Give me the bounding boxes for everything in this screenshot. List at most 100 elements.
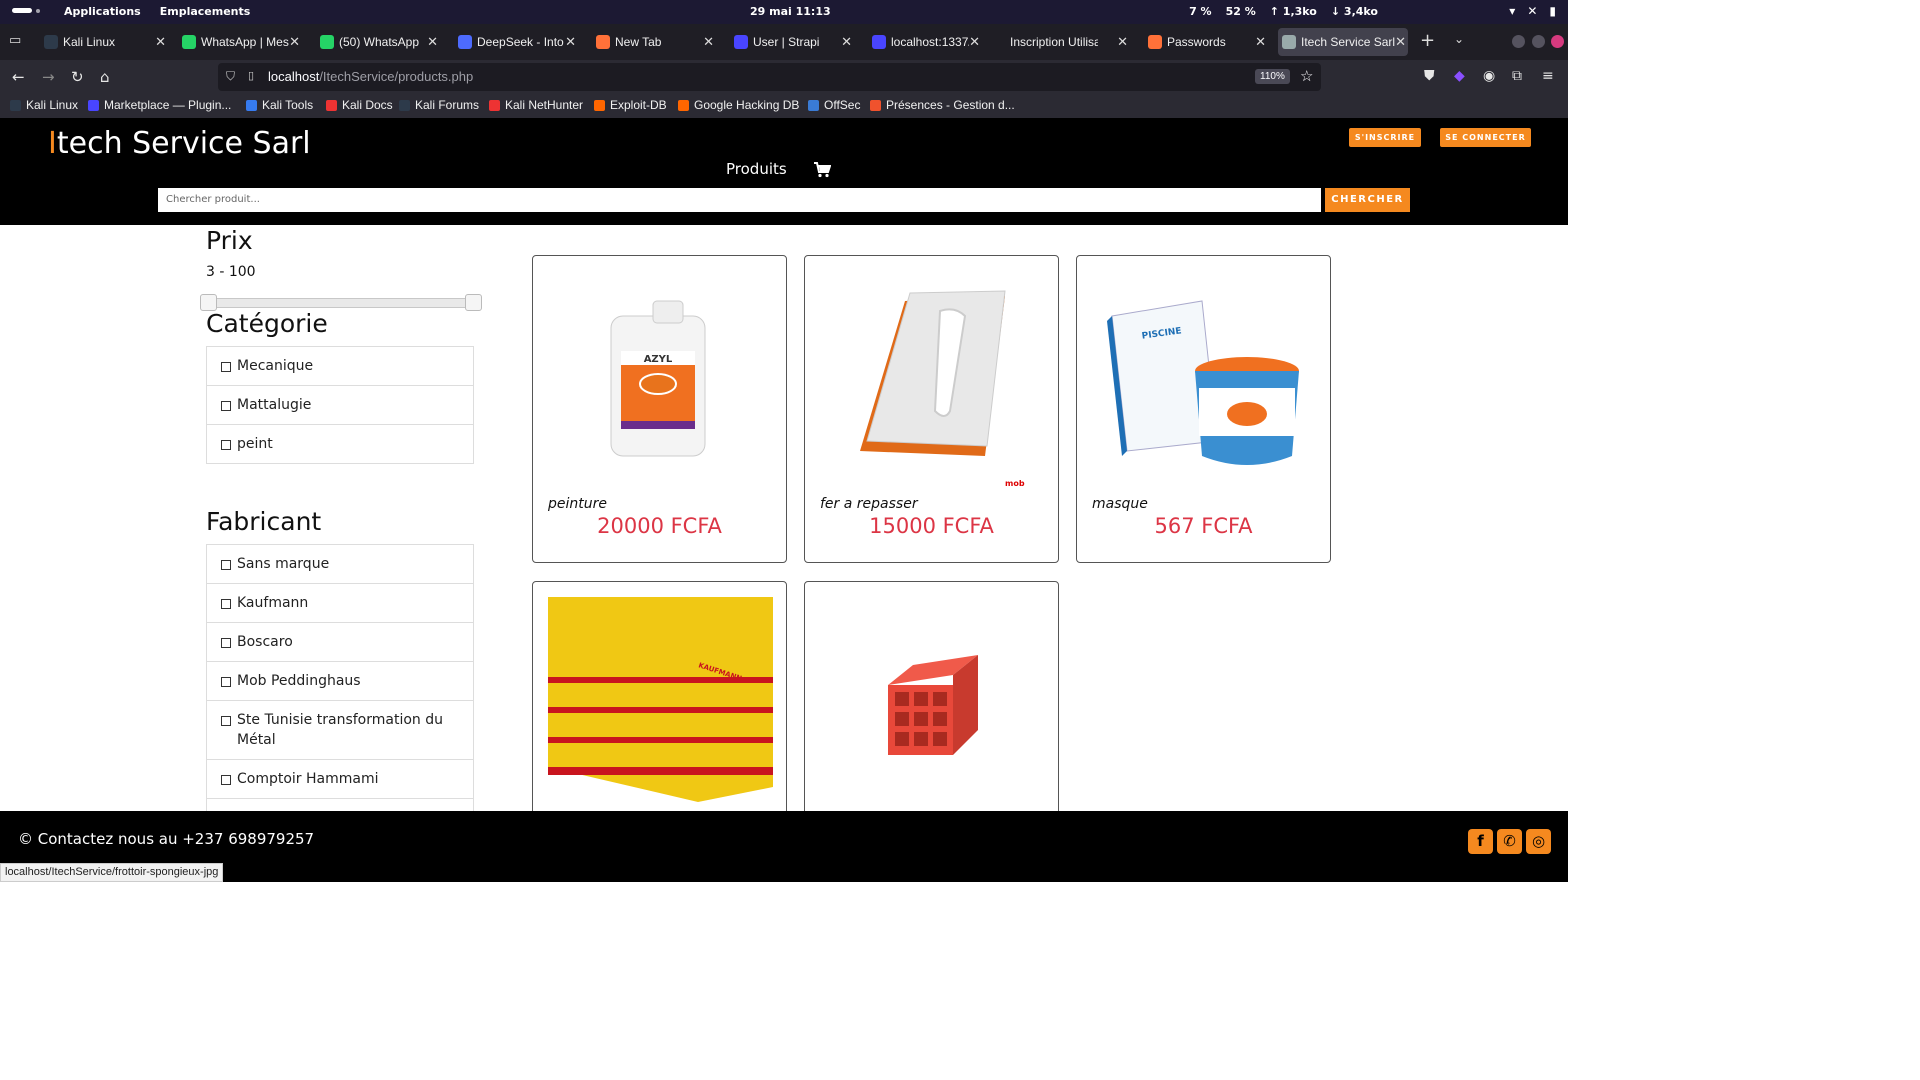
bookmark-item[interactable]: OffSec bbox=[808, 98, 860, 112]
facebook-icon[interactable]: f bbox=[1468, 829, 1493, 854]
browser-tab[interactable]: User | Strapi ✕ bbox=[730, 28, 854, 56]
close-tab-icon[interactable]: ✕ bbox=[155, 34, 166, 50]
cart-icon[interactable] bbox=[814, 162, 832, 182]
maker-filter-item[interactable]: Kaufmann bbox=[207, 584, 473, 623]
close-tab-icon[interactable]: ✕ bbox=[703, 34, 714, 50]
product-card[interactable]: PISCINE masque 567 FCFA bbox=[1076, 255, 1331, 563]
close-tab-icon[interactable]: ✕ bbox=[427, 34, 438, 50]
bookmark-item[interactable]: Kali Docs bbox=[326, 98, 393, 112]
zoom-level[interactable]: 110% bbox=[1255, 69, 1290, 84]
close-tab-icon[interactable]: ✕ bbox=[289, 34, 300, 50]
maker-filter-item[interactable]: Mob Peddinghaus bbox=[207, 662, 473, 701]
category-filter-item[interactable]: Mecanique bbox=[207, 347, 473, 386]
minimize-window-icon[interactable] bbox=[1512, 35, 1525, 48]
tab-favicon-icon bbox=[320, 35, 334, 49]
tab-favicon-icon bbox=[596, 35, 610, 49]
bookmark-item[interactable]: Kali NetHunter bbox=[489, 98, 583, 112]
category-filter-item[interactable]: Mattalugie bbox=[207, 386, 473, 425]
product-card[interactable]: AZYL peinture 20000 FCFA bbox=[532, 255, 787, 563]
shield-icon[interactable]: ⛉ bbox=[226, 69, 235, 84]
close-window-icon[interactable] bbox=[1551, 35, 1564, 48]
clock[interactable]: 29 mai 11:13 bbox=[750, 5, 831, 18]
maximize-window-icon[interactable] bbox=[1532, 35, 1545, 48]
home-icon[interactable]: ⌂ bbox=[100, 68, 110, 86]
category-checkbox[interactable] bbox=[221, 440, 231, 450]
whatsapp-icon[interactable]: ✆ bbox=[1497, 829, 1522, 854]
maker-filter-item[interactable]: Comptoir Hammami bbox=[207, 760, 473, 799]
browser-tab[interactable]: DeepSeek - Into ✕ bbox=[454, 28, 578, 56]
hollow-brick-image bbox=[888, 655, 978, 755]
maker-filter-item[interactable]: Sans marque bbox=[207, 545, 473, 584]
close-tab-icon[interactable]: ✕ bbox=[1117, 34, 1128, 50]
workspace-indicator[interactable] bbox=[12, 8, 40, 13]
browser-tab[interactable]: Itech Service Sarl ✕ bbox=[1278, 28, 1408, 56]
category-checkbox[interactable] bbox=[221, 362, 231, 372]
instagram-icon[interactable]: ◎ bbox=[1526, 829, 1551, 854]
search-button[interactable]: CHERCHER bbox=[1325, 188, 1410, 212]
site-logo[interactable]: Itech Service Sarl bbox=[48, 126, 311, 161]
maker-checkbox[interactable] bbox=[221, 677, 231, 687]
bookmark-item[interactable]: Google Hacking DB bbox=[678, 98, 799, 112]
close-tab-icon[interactable]: ✕ bbox=[565, 34, 576, 50]
bookmark-star-icon[interactable]: ☆ bbox=[1300, 67, 1313, 85]
product-card[interactable]: mob fer a repasser 15000 FCFA bbox=[804, 255, 1059, 563]
browser-tab[interactable]: WhatsApp | Mess ✕ bbox=[178, 28, 302, 56]
product-card[interactable] bbox=[804, 581, 1059, 821]
page-info-icon[interactable]: ▯ bbox=[248, 69, 254, 82]
wifi-icon[interactable]: ▾ bbox=[1509, 4, 1515, 18]
close-tab-icon[interactable]: ✕ bbox=[969, 34, 980, 50]
site-header: Itech Service Sarl S'INSCRIRE SE CONNECT… bbox=[0, 118, 1568, 225]
bookmark-label: Kali NetHunter bbox=[505, 98, 584, 112]
back-icon[interactable]: ← bbox=[12, 68, 25, 86]
login-button[interactable]: SE CONNECTER bbox=[1440, 128, 1531, 147]
pocket-icon[interactable]: ⛊ bbox=[1424, 68, 1435, 84]
signup-button[interactable]: S'INSCRIRE bbox=[1349, 128, 1421, 147]
battery-icon[interactable]: ▮ bbox=[1549, 4, 1556, 18]
bookmark-item[interactable]: Présences - Gestion d... bbox=[870, 98, 1015, 112]
category-filter-item[interactable]: peint bbox=[207, 425, 473, 463]
reload-icon[interactable]: ↻ bbox=[71, 68, 84, 86]
maker-checkbox[interactable] bbox=[221, 716, 231, 726]
bookmark-item[interactable]: Kali Linux bbox=[10, 98, 78, 112]
maker-checkbox[interactable] bbox=[221, 775, 231, 785]
category-checkbox[interactable] bbox=[221, 401, 231, 411]
maker-checkbox[interactable] bbox=[221, 599, 231, 609]
maker-checkbox[interactable] bbox=[221, 560, 231, 570]
tab-list-chevron-icon[interactable]: ⌄ bbox=[1454, 32, 1464, 46]
mute-icon[interactable]: ✕ bbox=[1527, 4, 1537, 18]
tab-overview-icon[interactable]: ▭ bbox=[9, 33, 21, 48]
browser-tab[interactable]: Inscription Utilisate ✕ bbox=[1006, 28, 1130, 56]
browser-tab[interactable]: Kali Linux ✕ bbox=[40, 28, 168, 56]
account-icon[interactable]: ◉ bbox=[1483, 68, 1495, 84]
extensions-icon[interactable]: ⧉ bbox=[1512, 68, 1522, 84]
maker-filter-item[interactable]: Ste Tunisie transformation du Métal bbox=[207, 701, 473, 760]
maker-checkbox[interactable] bbox=[221, 638, 231, 648]
nav-products-link[interactable]: Produits bbox=[726, 160, 787, 178]
address-bar[interactable]: ⛉ ▯ localhost/ItechService/products.php … bbox=[218, 63, 1321, 91]
search-input[interactable]: Chercher produit... bbox=[158, 188, 1321, 212]
browser-tab[interactable]: localhost:1337/u✕ bbox=[868, 28, 982, 56]
new-tab-icon[interactable]: + bbox=[1420, 30, 1435, 51]
maker-filter-item[interactable]: Boscaro bbox=[207, 623, 473, 662]
tab-favicon-icon bbox=[458, 35, 472, 49]
places-menu[interactable]: Emplacements bbox=[160, 5, 251, 18]
bookmark-item[interactable]: Kali Tools bbox=[246, 98, 313, 112]
close-tab-icon[interactable]: ✕ bbox=[1395, 34, 1406, 50]
forward-icon[interactable]: → bbox=[42, 68, 55, 86]
applications-menu[interactable]: Applications bbox=[64, 5, 141, 18]
close-tab-icon[interactable]: ✕ bbox=[1255, 34, 1266, 50]
extension-icon[interactable]: ◆ bbox=[1454, 68, 1465, 84]
bookmark-favicon-icon bbox=[246, 99, 257, 111]
price-slider-max-handle[interactable] bbox=[465, 294, 482, 311]
price-slider-track[interactable] bbox=[202, 298, 480, 308]
bookmark-item[interactable]: Exploit-DB bbox=[594, 98, 667, 112]
browser-tab[interactable]: New Tab ✕ bbox=[592, 28, 716, 56]
bookmark-item[interactable]: Kali Forums bbox=[399, 98, 479, 112]
close-tab-icon[interactable]: ✕ bbox=[841, 34, 852, 50]
product-card[interactable]: KAUFMANN bbox=[532, 581, 787, 821]
category-label: peint bbox=[237, 436, 273, 452]
menu-icon[interactable]: ≡ bbox=[1542, 68, 1554, 84]
browser-tab[interactable]: (50) WhatsApp ✕ bbox=[316, 28, 440, 56]
browser-tab[interactable]: Passwords ✕ bbox=[1144, 28, 1268, 56]
bookmark-item[interactable]: Marketplace — Plugin... bbox=[88, 98, 231, 112]
